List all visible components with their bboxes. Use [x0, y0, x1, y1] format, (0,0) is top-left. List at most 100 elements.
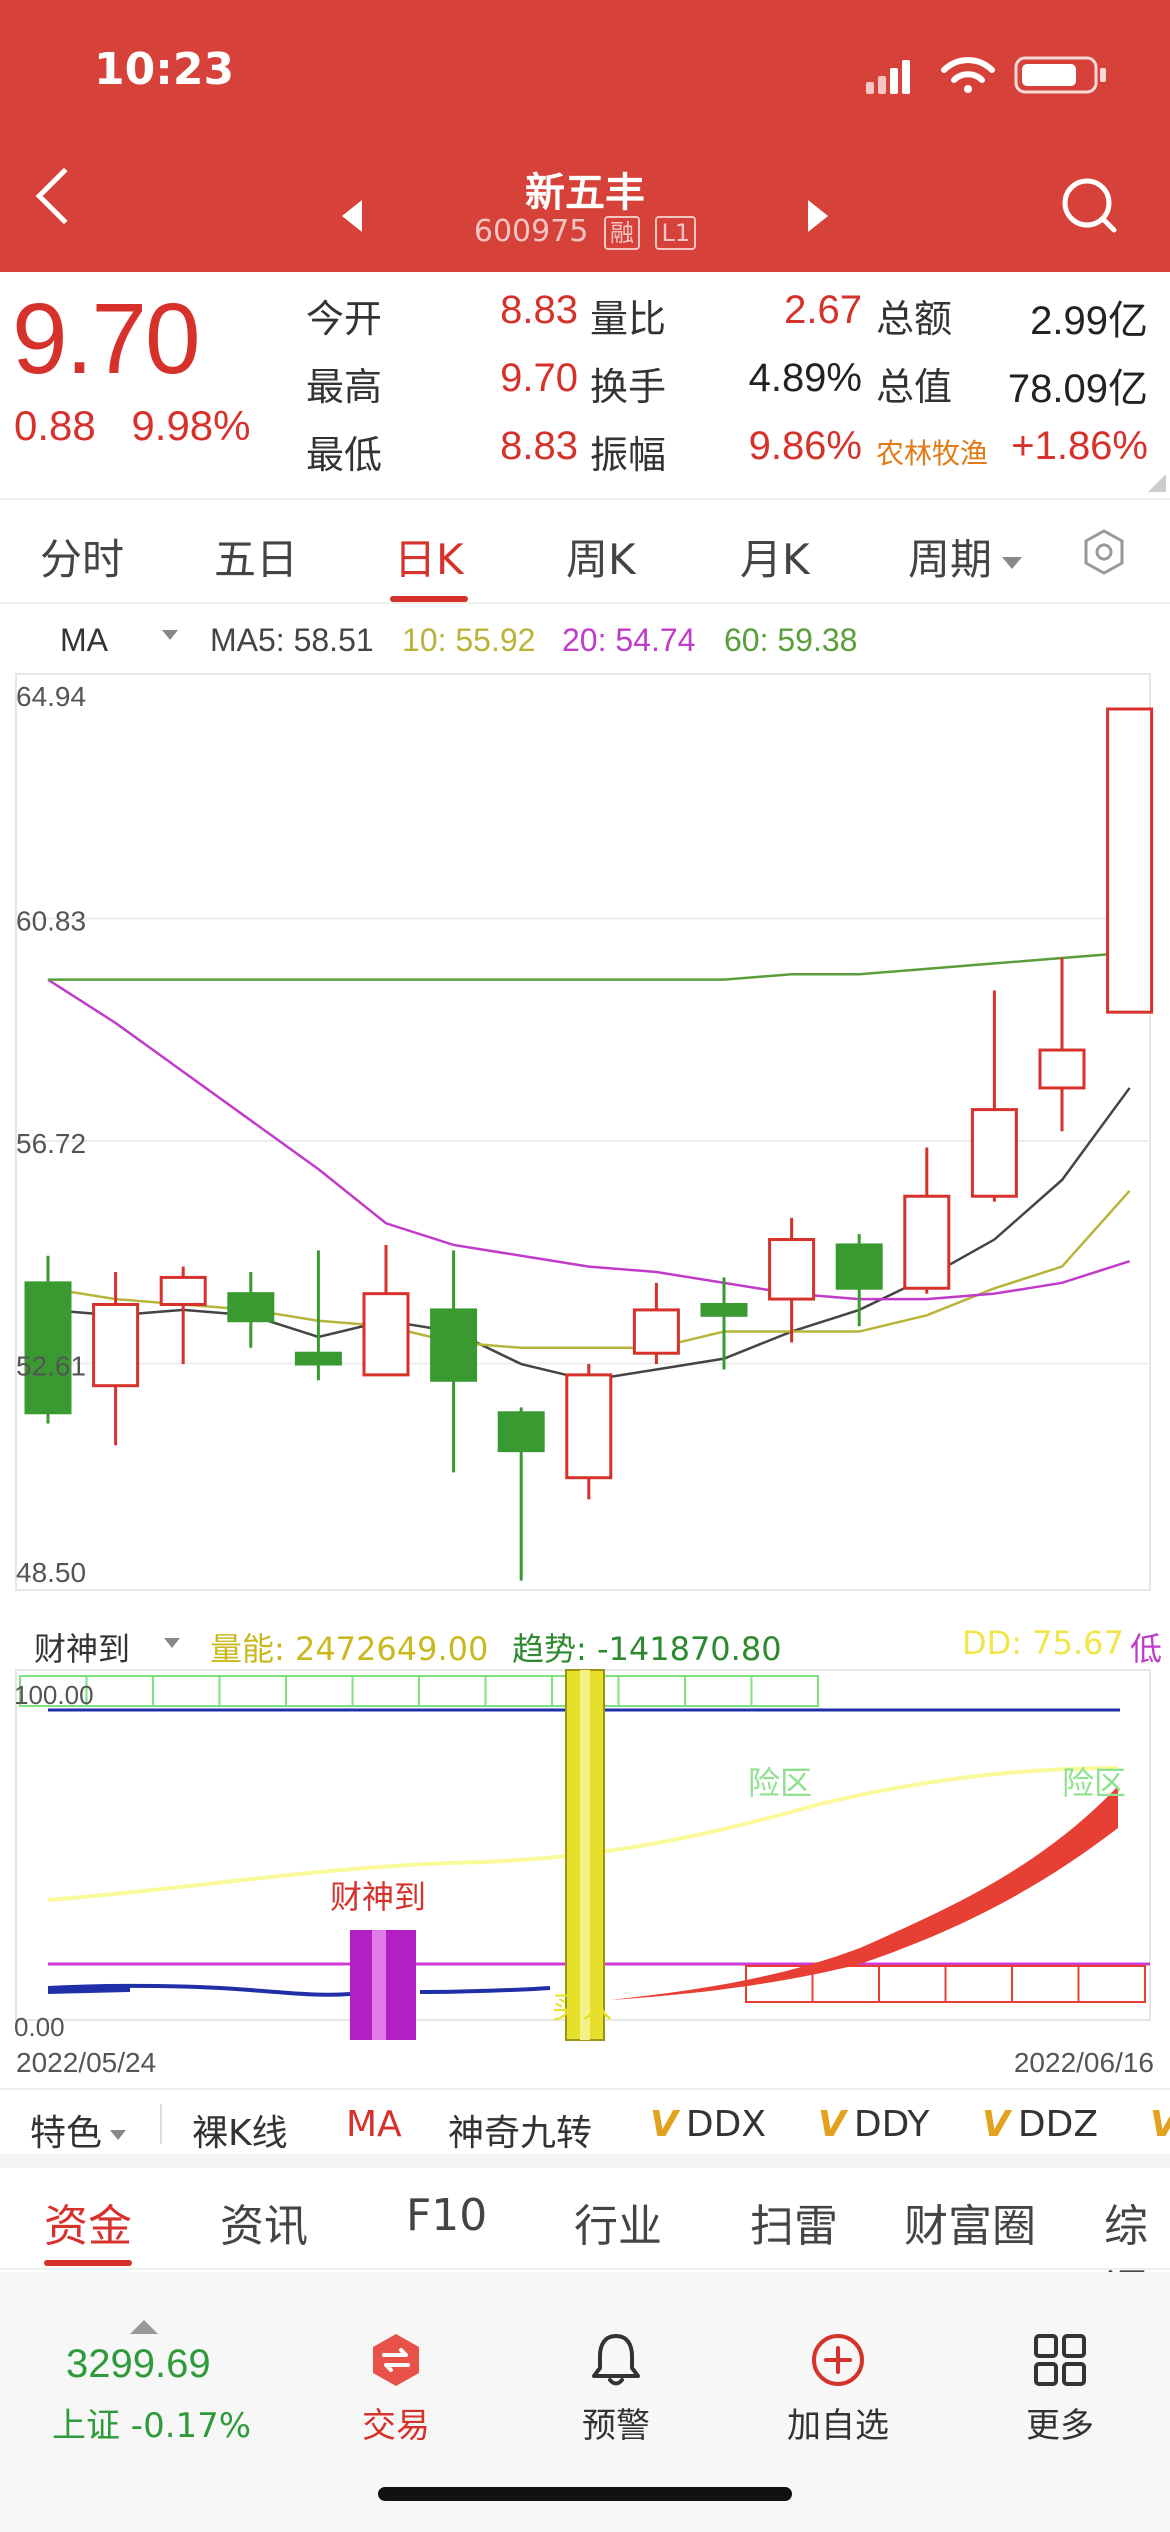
- candle-body-down: [430, 1308, 478, 1382]
- stock-code: 600975: [473, 214, 589, 249]
- open-label: 今开: [306, 297, 383, 341]
- ma10-label: 10: 55.92: [402, 622, 536, 658]
- y-tick-label: 56.72: [16, 1128, 86, 1159]
- tab-industry[interactable]: 行业: [574, 2190, 662, 2254]
- tab-five-day[interactable]: 五日: [214, 526, 298, 587]
- tab-period[interactable]: 周期: [908, 526, 1023, 587]
- market-cap-label: 总值: [876, 365, 953, 409]
- candle-body-up: [903, 1194, 951, 1290]
- tab-ddx-label: DDX: [685, 2104, 766, 2145]
- ma20-line: [47, 978, 1130, 1301]
- candle: [24, 1255, 72, 1424]
- ma-legend: MA MA5: 58.51 10: 55.92 20: 54.74 60: 59…: [0, 618, 1170, 668]
- candle: [700, 1277, 748, 1370]
- candle: [835, 1234, 883, 1327]
- turnover-amount-value: 2.99亿: [1030, 299, 1148, 343]
- candle-body-up: [768, 1238, 816, 1301]
- expand-corner-icon[interactable]: [1148, 474, 1166, 492]
- next-stock-icon[interactable]: [808, 200, 828, 232]
- sector-label[interactable]: 农林牧渔: [876, 432, 988, 472]
- period-tabs: 分时 五日 日K 周K 月K 周期: [0, 498, 1170, 604]
- chevron-up-icon[interactable]: [130, 2320, 158, 2334]
- y-tick-label: 60.83: [16, 906, 86, 937]
- candle-body-up: [632, 1308, 680, 1355]
- signal-box: [351, 1675, 420, 1707]
- candle-body-up: [970, 1108, 1018, 1198]
- candle-body-down: [835, 1243, 883, 1290]
- tab-intraday[interactable]: 分时: [40, 526, 124, 587]
- grid-icon: [1034, 2334, 1086, 2386]
- more-button[interactable]: 更多: [980, 2330, 1140, 2447]
- low-label: 最低: [306, 433, 383, 477]
- date-start-label: 2022/05/24: [16, 2047, 156, 2078]
- tab-wealth-circle[interactable]: 财富圈: [904, 2190, 1036, 2254]
- candle: [362, 1244, 410, 1377]
- tab-risk-scan[interactable]: 扫雷: [750, 2190, 838, 2254]
- indicator-chart[interactable]: 财神到买入 险区 险区 100.00 0.00 2022/05/24 2022/06/16: [0, 1668, 1170, 2088]
- battery-icon: [1014, 56, 1106, 94]
- section-gap: [0, 2154, 1170, 2168]
- tab-weekly-k[interactable]: 周K: [566, 526, 636, 587]
- quote-panel: 9.70 0.88 9.98% 今开 8.83 量比 2.67 总额 2.99亿…: [0, 272, 1170, 498]
- level-tag: L1: [655, 215, 697, 250]
- info-tabs: 资金 资讯 F10 行业 扫雷 财富圈 综评: [0, 2168, 1170, 2316]
- signal-icon: [866, 60, 910, 94]
- candle: [632, 1282, 680, 1365]
- search-icon[interactable]: [1060, 176, 1120, 236]
- trade-label: 交易: [362, 2406, 430, 2446]
- tab-ddy[interactable]: V DDY: [818, 2104, 929, 2145]
- candle: [970, 990, 1018, 1202]
- tab-naked-k[interactable]: 裸K线: [192, 2104, 288, 2156]
- open-value: 8.83: [500, 288, 578, 332]
- candle-body-down: [497, 1411, 545, 1453]
- signal-box: [285, 1675, 354, 1707]
- red-box: [1011, 1965, 1080, 2003]
- tab-ddz[interactable]: V DDZ: [982, 2104, 1098, 2145]
- indicator-legend: 财神到 量能: 2472649.00 趋势: -141870.80 DD: 75…: [0, 1618, 1170, 1670]
- date-end-label: 2022/06/16: [1014, 2047, 1154, 2078]
- candle-body-down: [700, 1302, 748, 1317]
- tab-monthly-k[interactable]: 月K: [740, 526, 810, 587]
- signal-bar-highlight: [372, 1930, 386, 2040]
- tab-ma[interactable]: MA: [346, 2104, 402, 2145]
- add-watchlist-button[interactable]: 加自选: [758, 2330, 918, 2447]
- red-rising-band: [610, 1786, 1118, 2000]
- tab-f10[interactable]: F10: [406, 2190, 487, 2241]
- candle: [430, 1250, 478, 1473]
- tab-news[interactable]: 资讯: [220, 2190, 308, 2254]
- stock-name: 新五丰: [525, 170, 645, 216]
- signal-box: [617, 1675, 686, 1707]
- divider: [160, 2104, 162, 2144]
- tab-ddx[interactable]: V DDX: [650, 2104, 766, 2145]
- ma-type-select[interactable]: MA: [60, 622, 108, 659]
- y-tick-label: 64.94: [16, 681, 86, 712]
- candle-body-up: [159, 1275, 207, 1306]
- tab-daily-k[interactable]: 日K: [390, 526, 468, 602]
- more-label: 更多: [1026, 2406, 1094, 2446]
- alert-button[interactable]: 预警: [536, 2330, 696, 2447]
- section-gap: [0, 2272, 1170, 2306]
- signal-box: [85, 1675, 154, 1707]
- indicator-select[interactable]: 财神到: [34, 1624, 130, 1670]
- trade-button[interactable]: 交易: [316, 2330, 476, 2447]
- tab-magic-nine[interactable]: 神奇九转: [448, 2104, 592, 2156]
- tab-funds[interactable]: 资金: [44, 2190, 132, 2266]
- index-label[interactable]: 上证 -0.17%: [52, 2398, 251, 2447]
- margin-tag: 融: [603, 215, 640, 250]
- dd-label: DD: 75.67: [962, 1624, 1124, 1662]
- hexagon-settings-icon[interactable]: [1080, 528, 1128, 576]
- tab-featured[interactable]: 特色: [30, 2104, 127, 2156]
- index-value[interactable]: 3299.69: [66, 2342, 211, 2387]
- tab-more[interactable]: V: [1150, 2104, 1170, 2145]
- candle-body-up: [362, 1292, 410, 1377]
- amplitude-label: 振幅: [590, 433, 667, 477]
- quote-row: 今开 8.83 量比 2.67 总额 2.99亿: [0, 288, 1170, 356]
- kline-chart[interactable]: 64.94 60.83 56.72 52.61 48.50: [0, 668, 1170, 1616]
- status-icons: [866, 56, 1106, 94]
- tab-ddy-label: DDY: [853, 2104, 930, 2145]
- trade-icon: [373, 2334, 419, 2386]
- candle: [1106, 707, 1154, 1014]
- ma5-label: MA5: 58.51: [210, 622, 374, 658]
- volume-energy-label: 量能: 2472649.00: [210, 1630, 489, 1668]
- tab-period-label: 周期: [908, 535, 993, 584]
